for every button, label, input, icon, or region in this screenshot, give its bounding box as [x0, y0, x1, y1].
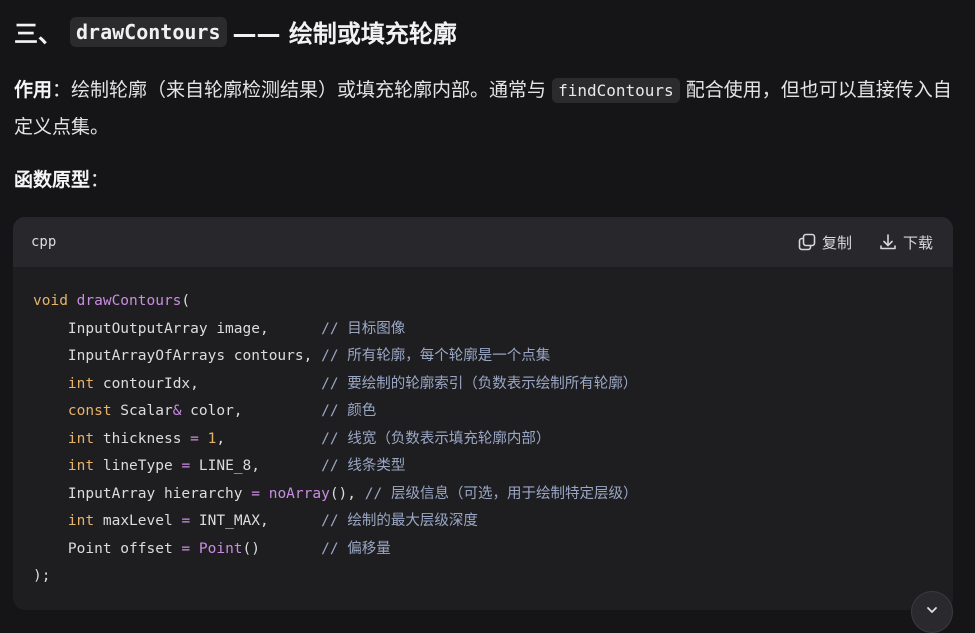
code-token: () [242, 540, 322, 557]
code-token: // 偏移量 [321, 540, 391, 557]
code-line: InputArray hierarchy = noArray(), // 层级信… [33, 481, 953, 509]
code-token: // 绘制的最大层级深度 [321, 513, 478, 529]
code-token: = [251, 485, 260, 502]
prototype-label-line: 函数原型： [14, 165, 109, 192]
code-token: ( [181, 293, 191, 309]
prototype-label: 函数原型 [14, 169, 91, 191]
code-token: Point offset [33, 540, 182, 557]
code-token: color, [181, 403, 322, 419]
code-token: // 目标图像 [321, 320, 406, 337]
code-token: = [181, 458, 191, 474]
code-token: // 所有轮廓，每个轮廓是一个点集 [321, 348, 551, 364]
code-line: ); [33, 563, 953, 591]
code-token: thickness [94, 430, 191, 447]
code-token: , [216, 430, 322, 447]
code-block: cpp 复制 下载 void drawContours(InputOutput… [13, 217, 953, 610]
copy-label: 复制 [821, 233, 852, 252]
heading-inline-code: drawContours [70, 16, 227, 47]
code-token: lineType [94, 458, 182, 474]
copy-button[interactable]: 复制 [797, 232, 852, 253]
code-token: Point [198, 540, 243, 557]
code-token: = [181, 540, 191, 557]
code-token: int [67, 458, 95, 474]
code-token: maxLevel [94, 513, 182, 529]
download-label: 下载 [902, 233, 933, 252]
code-token: noArray [268, 485, 330, 502]
code-token: int [67, 513, 95, 529]
code-line: InputArrayOfArrays contours, // 所有轮廓，每个轮… [33, 343, 953, 371]
code-token: InputArrayOfArrays contours, [33, 348, 322, 364]
code-line: void drawContours( [33, 288, 953, 316]
code-body: void drawContours( InputOutputArray imag… [13, 267, 953, 591]
code-token: INT_MAX, [190, 513, 322, 529]
description-text-before: ：绘制轮廓（来自轮廓检测结果）或填充轮廓内部。通常与 [52, 79, 553, 101]
code-line: int contourIdx, // 要绘制的轮廓索引（负数表示绘制所有轮廓） [33, 371, 953, 399]
code-line: int thickness = 1, // 线宽（负数表示填充轮廓内部） [33, 426, 953, 454]
code-token: // 颜色 [321, 403, 377, 419]
code-token: InputArray hierarchy [33, 485, 252, 502]
copy-icon [797, 232, 817, 252]
code-token: const [67, 403, 112, 419]
code-token: // 要绘制的轮廓索引（负数表示绘制所有轮廓） [321, 375, 638, 392]
code-block-header: cpp 复制 下载 [13, 217, 953, 267]
description-paragraph: 作用：绘制轮廓（来自轮廓检测结果）或填充轮廓内部。通常与 findContour… [14, 72, 964, 145]
code-token: = [181, 513, 191, 529]
code-token: Scalar [111, 403, 173, 419]
heading-prefix: 三、 [14, 20, 62, 48]
code-token: // 线宽（负数表示填充轮廓内部） [321, 430, 551, 447]
scroll-down-button[interactable] [911, 591, 953, 633]
code-line: InputOutputArray image, // 目标图像 [33, 316, 953, 344]
code-token: = [190, 430, 199, 447]
code-token: InputOutputArray image, [33, 320, 322, 337]
section-heading: 三、 drawContours —— 绘制或填充轮廓 [14, 14, 457, 49]
code-line: int maxLevel = INT_MAX, // 绘制的最大层级深度 [33, 508, 953, 536]
code-actions: 复制 下载 [797, 232, 933, 253]
code-line: const Scalar& color, // 颜色 [33, 398, 953, 426]
code-token: // 线条类型 [321, 458, 406, 474]
code-token: void [33, 293, 68, 309]
description-inline-code: findContours [552, 78, 680, 103]
code-token: int [67, 375, 95, 392]
heading-suffix: —— 绘制或填充轮廓 [232, 20, 457, 48]
code-language-label: cpp [31, 234, 57, 250]
chevron-down-icon [924, 602, 940, 622]
code-token: LINE_8, [190, 458, 322, 474]
download-icon [878, 232, 898, 252]
code-token: drawContours [76, 293, 182, 309]
code-token: (), [329, 485, 365, 502]
code-token: contourIdx, [94, 375, 322, 392]
code-token: // 层级信息（可选，用于绘制特定层级） [364, 485, 638, 502]
description-label: 作用 [14, 79, 53, 101]
prototype-colon: ： [90, 169, 110, 191]
download-button[interactable]: 下载 [878, 232, 933, 253]
code-token: int [67, 430, 95, 447]
code-line: Point offset = Point() // 偏移量 [33, 536, 953, 564]
code-token: ); [33, 568, 51, 584]
code-line: int lineType = LINE_8, // 线条类型 [33, 453, 953, 481]
